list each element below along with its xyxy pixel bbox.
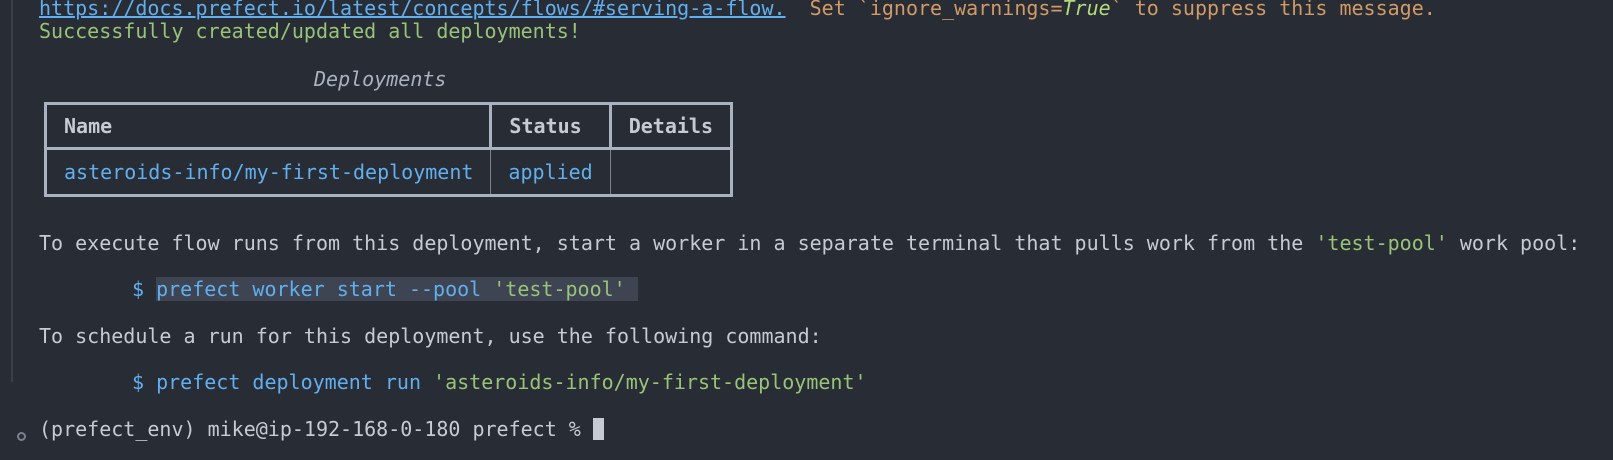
prompt-status-circle-icon: [17, 432, 26, 441]
worker-text-pre: To execute flow runs from this deploymen…: [39, 231, 1316, 255]
success-message: Successfully created/updated all deploym…: [39, 19, 581, 43]
warning-text-pre: Set `ignore_warnings=: [785, 0, 1063, 20]
warning-line: https://docs.prefect.io/latest/concepts/…: [39, 0, 1436, 20]
schedule-command: prefect deployment run: [156, 370, 434, 394]
header-name: Name: [43, 102, 493, 150]
worker-pool-name: 'test-pool': [1315, 231, 1448, 255]
schedule-dollar-sign: $: [132, 370, 145, 394]
schedule-command-line[interactable]: $ prefect deployment run 'asteroids-info…: [132, 370, 867, 394]
worker-dollar-sign: $: [132, 277, 145, 301]
table-row: asteroids-info/my-first-deployment appli…: [44, 148, 733, 196]
worker-command: prefect worker start --pool: [156, 277, 494, 301]
header-details: Details: [608, 102, 734, 150]
deployments-table-title: Deployments: [314, 67, 447, 91]
schedule-command-arg: 'asteroids-info/my-first-deployment': [433, 370, 867, 394]
terminal-gutter-line: [11, 0, 13, 382]
worker-command-line[interactable]: $ prefect worker start --pool 'test-pool…: [132, 277, 638, 301]
deployment-details-cell: [609, 148, 733, 196]
terminal-cursor: [592, 418, 604, 440]
shell-prompt-line[interactable]: (prefect_env) mike@ip-192-168-0-180 pref…: [39, 417, 604, 441]
table-header-row: Name Status Details: [43, 102, 734, 150]
shell-prompt: (prefect_env) mike@ip-192-168-0-180 pref…: [39, 417, 593, 441]
deployment-name-cell: asteroids-info/my-first-deployment: [44, 148, 492, 196]
deployments-table: Name Status Details asteroids-info/my-fi…: [43, 102, 734, 197]
header-status: Status: [489, 102, 612, 150]
warning-text-post: ` to suppress this message.: [1110, 0, 1436, 20]
worker-command-arg: 'test-pool': [493, 277, 626, 301]
worker-instructions: To execute flow runs from this deploymen…: [39, 231, 1580, 255]
worker-text-post: work pool:: [1447, 231, 1581, 255]
warning-true-value: True: [1062, 0, 1111, 20]
docs-link[interactable]: https://docs.prefect.io/latest/concepts/…: [39, 0, 786, 20]
schedule-instructions: To schedule a run for this deployment, u…: [39, 324, 822, 348]
deployment-status-cell: applied: [490, 148, 611, 196]
worker-command-selection[interactable]: prefect worker start --pool 'test-pool': [156, 277, 638, 301]
